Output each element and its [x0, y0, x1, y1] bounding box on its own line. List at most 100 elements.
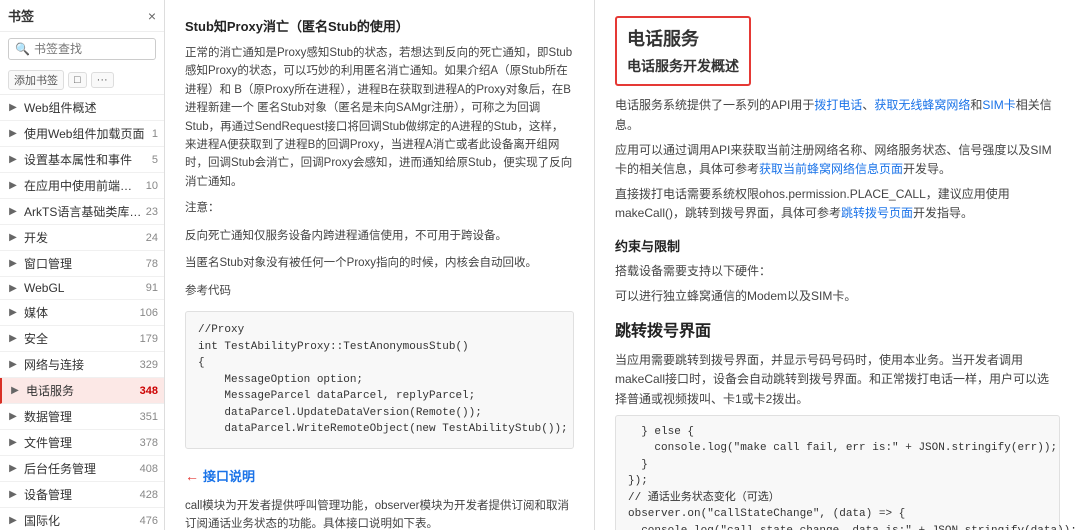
sidebar-item-icon-web-components: ▶: [6, 101, 20, 115]
sidebar-item-web-components[interactable]: ▶ Web组件概述: [0, 95, 164, 121]
sidebar-item-media[interactable]: ▶ 媒体 106: [0, 300, 164, 326]
sidebar-item-security[interactable]: ▶ 安全 179: [0, 326, 164, 352]
sidebar-item-icon-js-in-app: ▶: [6, 179, 20, 193]
sidebar-item-icon-dev: ▶: [6, 231, 20, 245]
sidebar-item-i18n[interactable]: ▶国际化476: [0, 508, 164, 530]
sidebar-item-label-web-components: Web组件概述: [24, 99, 154, 116]
sidebar-item-icon-basic-props: ▶: [6, 153, 20, 167]
constraints-para-1: 搭载设备需要支持以下硬件：: [615, 262, 1060, 281]
sidebar-item-window-mgmt[interactable]: ▶ 窗口管理 78: [0, 251, 164, 277]
constraints-para-2: 可以进行独立蜂窝通信的Modem以及SIM卡。: [615, 287, 1060, 306]
sidebar-item-icon-data-mgmt: ▶: [6, 410, 20, 424]
sidebar-item-count-window-mgmt: 78: [146, 258, 158, 270]
sidebar-actions: 添加书签 □ ···: [0, 66, 164, 95]
interface-section: ← 接口说明 call模块为开发者提供呼叫管理功能，observer模块为开发者…: [185, 465, 574, 530]
sidebar-search-box[interactable]: 🔍: [8, 38, 156, 60]
constraints-title: 约束与限制: [615, 236, 1060, 258]
right-header-box: 电话服务 电话服务开发概述: [615, 16, 751, 86]
sidebar-item-telephony[interactable]: ▶电话服务348: [0, 378, 164, 404]
sidebar-item-label-dev: 开发: [24, 229, 142, 246]
sidebar-item-webgl[interactable]: ▶ WebGL 91: [0, 277, 164, 300]
right-dialpad-section: 跳转拨号界面 当应用需要跳转到拨号界面，并显示号码号码时，使用本业务。当开发者调…: [615, 318, 1060, 530]
sidebar-header: 书签 ×: [0, 0, 164, 32]
sidebar-item-count-webgl: 91: [146, 282, 158, 294]
sidebar-item-use-web[interactable]: ▶使用Web组件加载页面1: [0, 121, 164, 147]
sidebar-item-label-js-in-app: 在应用中使用前端页面JavaSc ript: [24, 177, 142, 194]
sidebar-item-label-basic-props: 设置基本属性和事件: [24, 151, 148, 168]
doc-panel: Stub知Proxy消亡（匿名Stub的使用） 正常的消亡通知是Proxy感知S…: [165, 0, 595, 530]
sidebar-item-count-basic-props: 5: [152, 154, 158, 166]
sidebar-item-count-i18n: 476: [140, 515, 158, 527]
sidebar-item-count-data-mgmt: 351: [140, 411, 158, 423]
sidebar-item-icon-security: ▶: [6, 332, 20, 346]
sidebar-item-icon-telephony: ▶: [8, 384, 22, 398]
right-intro-section: 电话服务系统提供了一系列的API用于拨打电话、获取无线蜂窝网络和SIM卡相关信息…: [615, 96, 1060, 223]
sidebar-item-label-network: 网络与连接: [24, 356, 136, 373]
sidebar-item-network[interactable]: ▶ 网络与连接 329: [0, 352, 164, 378]
sidebar-item-label-security: 安全: [24, 330, 136, 347]
sidebar-item-device-mgmt[interactable]: ▶设备管理428: [0, 482, 164, 508]
bookmark-view-toggle[interactable]: □: [68, 72, 87, 88]
doc-para-1: 正常的消亡通知是Proxy感知Stub的状态，若想达到反向的死亡通知，即Stub…: [185, 44, 574, 191]
sidebar-item-data-mgmt[interactable]: ▶数据管理351: [0, 404, 164, 430]
sidebar-item-icon-network: ▶: [6, 358, 20, 372]
sidebar-item-icon-bg-task: ▶: [6, 462, 20, 476]
right-para-3: 直接拨打电话需要系统权限ohos.permission.PLACE_CALL，建…: [615, 185, 1060, 223]
bookmark-more-button[interactable]: ···: [91, 72, 114, 88]
sidebar-item-dev[interactable]: ▶ 开发 24: [0, 225, 164, 251]
sidebar-item-label-media: 媒体: [24, 304, 136, 321]
dialpad-para-1: 当应用需要跳转到拨号界面，并显示号码号码时，使用本业务。当开发者调用makeCa…: [615, 351, 1060, 409]
left-arrow-icon: ←: [185, 465, 199, 489]
right-code-block: } else { console.log("make call fail, er…: [615, 415, 1060, 530]
right-constraints-section: 约束与限制 搭载设备需要支持以下硬件： 可以进行独立蜂窝通信的Modem以及SI…: [615, 236, 1060, 306]
sidebar-item-label-window-mgmt: 窗口管理: [24, 255, 142, 272]
sidebar-item-js-in-app[interactable]: ▶ 在应用中使用前端页面JavaSc ript 10: [0, 173, 164, 199]
sidebar-item-icon-webgl: ▶: [6, 281, 20, 295]
sidebar-item-arkts-overview[interactable]: ▶ ArkTS语言基础类库概述 23: [0, 199, 164, 225]
sidebar-item-count-network: 329: [140, 359, 158, 371]
sidebar-item-basic-props[interactable]: ▶ 设置基本属性和事件 5: [0, 147, 164, 173]
sidebar-item-icon-media: ▶: [6, 306, 20, 320]
sidebar-item-count-use-web: 1: [152, 128, 158, 140]
link-dialpad[interactable]: 跳转拨号页面: [841, 206, 913, 220]
add-bookmark-button[interactable]: 添加书签: [8, 70, 64, 90]
dialpad-title: 跳转拨号界面: [615, 318, 1060, 345]
sidebar-item-count-bg-task: 408: [140, 463, 158, 475]
search-input[interactable]: [34, 42, 149, 56]
link-network-info[interactable]: 获取当前蜂窝网络信息页面: [759, 162, 903, 176]
interface-title[interactable]: 接口说明: [203, 466, 255, 488]
sidebar-item-icon-device-mgmt: ▶: [6, 488, 20, 502]
sidebar-item-count-arkts-overview: 23: [146, 206, 158, 218]
doc-note-2: 当匿名Stub对象没有被任何一个Proxy指向的时候，内核会自动回收。: [185, 254, 574, 274]
link-make-call[interactable]: 拨打电话: [814, 98, 862, 112]
sidebar-close-button[interactable]: ×: [148, 8, 156, 24]
right-panel: 电话服务 电话服务开发概述 电话服务系统提供了一系列的API用于拨打电话、获取无…: [595, 0, 1080, 530]
sidebar-item-icon-file-mgmt: ▶: [6, 436, 20, 450]
doc-ref-code: 参考代码: [185, 282, 574, 302]
sidebar: 书签 × 🔍 添加书签 □ ··· ▶Web组件概述▶使用Web组件加载页面1▶…: [0, 0, 165, 530]
sidebar-item-icon-arkts-overview: ▶: [6, 205, 20, 219]
sidebar-item-count-dev: 24: [146, 232, 158, 244]
sidebar-item-count-media: 106: [140, 307, 158, 319]
sidebar-item-bg-task[interactable]: ▶ 后台任务管理 408: [0, 456, 164, 482]
sidebar-title: 书签: [8, 6, 34, 25]
interface-desc: call模块为开发者提供呼叫管理功能，observer模块为开发者提供订阅和取消…: [185, 497, 574, 530]
sidebar-item-count-telephony: 348: [140, 385, 158, 397]
sidebar-item-label-arkts-overview: ArkTS语言基础类库概述: [24, 203, 142, 220]
sidebar-item-file-mgmt[interactable]: ▶文件管理378: [0, 430, 164, 456]
sidebar-item-icon-window-mgmt: ▶: [6, 257, 20, 271]
sidebar-item-label-device-mgmt: 设备管理: [24, 486, 136, 503]
right-sub-title: 电话服务开发概述: [627, 55, 739, 79]
right-main-title: 电话服务: [627, 24, 739, 55]
search-icon: 🔍: [15, 42, 30, 56]
sidebar-item-label-bg-task: 后台任务管理: [24, 460, 136, 477]
link-sim[interactable]: SIM卡: [982, 98, 1015, 112]
link-network[interactable]: 获取无线蜂窝网络: [874, 98, 970, 112]
sidebar-item-count-js-in-app: 10: [146, 180, 158, 192]
sidebar-item-label-webgl: WebGL: [24, 281, 142, 295]
doc-note-1: 反向死亡通知仅服务设备内跨进程通信使用，不可用于跨设备。: [185, 227, 574, 247]
sidebar-item-count-security: 179: [140, 333, 158, 345]
sidebar-item-icon-use-web: ▶: [6, 127, 20, 141]
proxy-code-block: //Proxy int TestAbilityProxy::TestAnonym…: [185, 311, 574, 449]
sidebar-item-label-file-mgmt: 文件管理: [24, 434, 136, 451]
